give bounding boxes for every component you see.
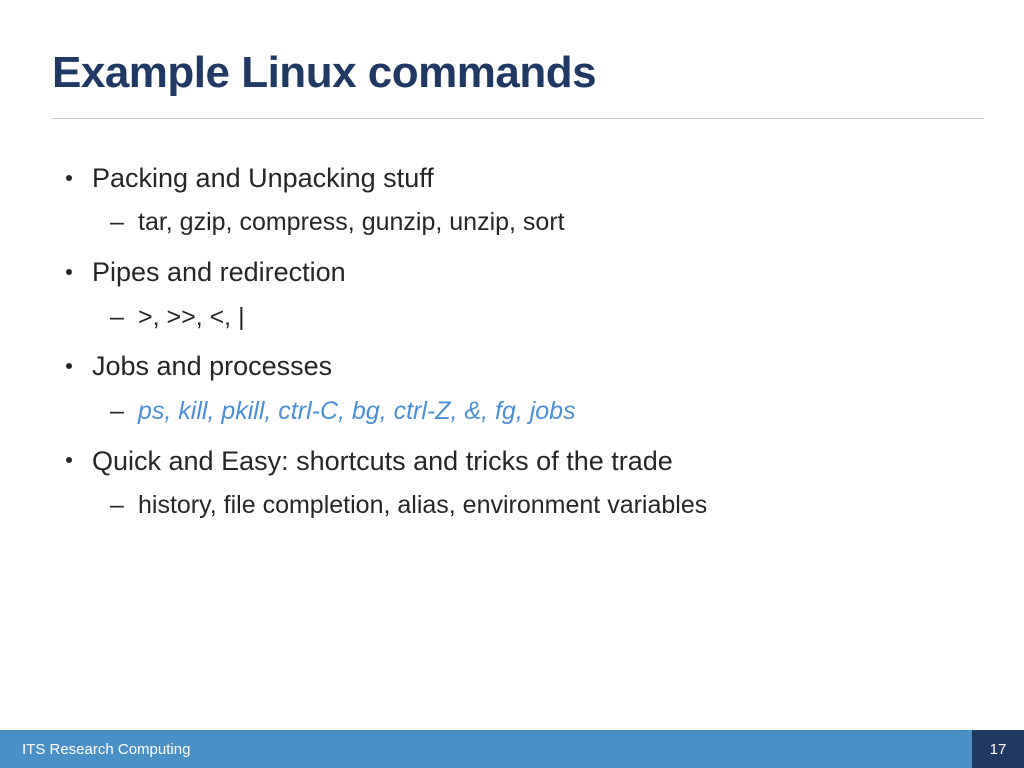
page-number: 17 — [972, 730, 1024, 768]
slide-content: Packing and Unpacking stuff – tar, gzip,… — [52, 160, 972, 537]
sub-text: tar, gzip, compress, gunzip, unzip, sort — [138, 208, 565, 236]
sub-item: – ps, kill, pkill, ctrl-C, bg, ctrl-Z, &… — [92, 395, 972, 429]
slide: Example Linux commands Packing and Unpac… — [0, 0, 1024, 768]
sub-item: – tar, gzip, compress, gunzip, unzip, so… — [92, 206, 972, 240]
footer-bar: ITS Research Computing 17 — [0, 730, 1024, 768]
bullet-label: Pipes and redirection — [92, 257, 346, 287]
bullet-item: Quick and Easy: shortcuts and tricks of … — [52, 443, 972, 523]
bullet-item: Packing and Unpacking stuff – tar, gzip,… — [52, 160, 972, 240]
slide-title: Example Linux commands — [52, 48, 972, 98]
dash-icon: – — [110, 395, 124, 429]
bullet-icon — [66, 363, 72, 369]
bullet-label: Packing and Unpacking stuff — [92, 163, 434, 193]
sub-text: ps, kill, pkill, ctrl-C, bg, ctrl-Z, &, … — [138, 397, 576, 425]
bullet-icon — [66, 457, 72, 463]
bullet-item: Jobs and processes – ps, kill, pkill, ct… — [52, 348, 972, 428]
sub-list: – history, file completion, alias, envir… — [92, 489, 972, 523]
bullet-icon — [66, 175, 72, 181]
sub-item: – >, >>, <, | — [92, 301, 972, 335]
bullet-icon — [66, 269, 72, 275]
dash-icon: – — [110, 489, 124, 523]
sub-text: history, file completion, alias, environ… — [138, 491, 707, 519]
dash-icon: – — [110, 206, 124, 240]
sub-list: – tar, gzip, compress, gunzip, unzip, so… — [92, 206, 972, 240]
sub-text: >, >>, <, | — [138, 303, 245, 331]
bullet-label: Jobs and processes — [92, 351, 332, 381]
footer-org: ITS Research Computing — [0, 741, 190, 758]
sub-item: – history, file completion, alias, envir… — [92, 489, 972, 523]
bullet-list: Packing and Unpacking stuff – tar, gzip,… — [52, 160, 972, 523]
sub-list: – >, >>, <, | — [92, 301, 972, 335]
bullet-item: Pipes and redirection – >, >>, <, | — [52, 254, 972, 334]
title-divider — [52, 118, 984, 119]
sub-list: – ps, kill, pkill, ctrl-C, bg, ctrl-Z, &… — [92, 395, 972, 429]
bullet-label: Quick and Easy: shortcuts and tricks of … — [92, 446, 673, 476]
dash-icon: – — [110, 301, 124, 335]
